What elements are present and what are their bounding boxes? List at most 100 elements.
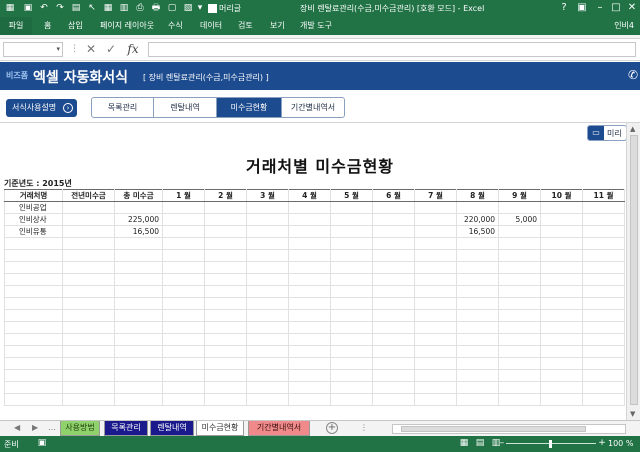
table-cell[interactable]: [4, 273, 63, 286]
table-cell[interactable]: [288, 285, 331, 298]
table-cell[interactable]: [204, 393, 247, 406]
table-cell[interactable]: [288, 273, 331, 286]
horizontal-scroll-thumb[interactable]: [401, 426, 586, 432]
table-cell[interactable]: [414, 261, 457, 274]
table-cell[interactable]: [246, 249, 289, 262]
table-cell[interactable]: [162, 213, 205, 226]
table-cell[interactable]: [4, 309, 63, 322]
table-cell[interactable]: [204, 285, 247, 298]
table-cell[interactable]: [372, 321, 415, 334]
table-cell[interactable]: [246, 297, 289, 310]
scroll-down-icon[interactable]: ▼: [630, 410, 635, 418]
table-cell[interactable]: [246, 393, 289, 406]
table-cell[interactable]: [162, 225, 205, 238]
table-cell[interactable]: [62, 201, 115, 214]
column-header[interactable]: 10 월: [540, 189, 583, 202]
table-cell[interactable]: [4, 381, 63, 394]
table-cell[interactable]: [288, 345, 331, 358]
column-header[interactable]: 6 월: [372, 189, 415, 202]
table-cell[interactable]: [582, 309, 625, 322]
table-cell[interactable]: [414, 237, 457, 250]
table-cell[interactable]: [498, 381, 541, 394]
table-cell[interactable]: [540, 237, 583, 250]
normal-view-icon[interactable]: ▦: [458, 438, 470, 449]
sheet-tab-receivables[interactable]: 미수금현황: [196, 421, 244, 436]
table-cell[interactable]: [582, 249, 625, 262]
table-cell[interactable]: [372, 249, 415, 262]
table-cell[interactable]: [330, 357, 373, 370]
table-cell[interactable]: [62, 345, 115, 358]
table-cell[interactable]: [62, 333, 115, 346]
customize-icon[interactable]: ▾: [194, 2, 206, 14]
table-cell[interactable]: [246, 273, 289, 286]
formula-input[interactable]: [148, 42, 636, 57]
table-cell[interactable]: [414, 333, 457, 346]
table-cell[interactable]: [330, 237, 373, 250]
table-cell[interactable]: [288, 213, 331, 226]
more-sheets-icon[interactable]: …: [48, 423, 56, 432]
table-cell[interactable]: [330, 297, 373, 310]
table-cell[interactable]: [288, 225, 331, 238]
table-cell[interactable]: [4, 321, 63, 334]
name-box[interactable]: ▾: [3, 42, 63, 57]
table-cell[interactable]: [114, 249, 163, 262]
table-cell[interactable]: [330, 249, 373, 262]
table-cell[interactable]: [498, 225, 541, 238]
table-cell[interactable]: [498, 249, 541, 262]
table-cell[interactable]: [62, 309, 115, 322]
open-icon[interactable]: ▢: [166, 2, 178, 14]
table-cell[interactable]: 16,500: [456, 225, 499, 238]
table-cell[interactable]: [204, 297, 247, 310]
table-cell[interactable]: [330, 285, 373, 298]
table-cell[interactable]: [288, 261, 331, 274]
table-cell[interactable]: [246, 261, 289, 274]
table-cell[interactable]: [414, 285, 457, 298]
table-cell[interactable]: [498, 345, 541, 358]
worksheet[interactable]: ▭ 미리 거래처별 미수금현황 기준년도 : 2015년 거래처명 전년미수금 총 …: [0, 123, 626, 420]
table-cell[interactable]: [456, 369, 499, 382]
table-cell[interactable]: [288, 321, 331, 334]
table-cell[interactable]: [582, 237, 625, 250]
table-cell[interactable]: [372, 273, 415, 286]
table-cell[interactable]: [4, 261, 63, 274]
table-cell[interactable]: [4, 333, 63, 346]
next-sheet-icon[interactable]: ▶: [32, 423, 38, 432]
zoom-out-icon[interactable]: –: [498, 438, 506, 449]
table-cell[interactable]: [62, 237, 115, 250]
table-cell[interactable]: [162, 333, 205, 346]
table-cell[interactable]: [204, 309, 247, 322]
table-cell[interactable]: [4, 345, 63, 358]
table-cell[interactable]: [372, 201, 415, 214]
table-cell[interactable]: [372, 225, 415, 238]
table-cell[interactable]: [456, 273, 499, 286]
table-cell[interactable]: [582, 213, 625, 226]
table-cell[interactable]: [288, 237, 331, 250]
table-cell[interactable]: [498, 333, 541, 346]
table-cell[interactable]: [162, 381, 205, 394]
table-cell[interactable]: [288, 297, 331, 310]
table-cell[interactable]: [114, 273, 163, 286]
table-cell[interactable]: [498, 261, 541, 274]
table-cell[interactable]: [498, 321, 541, 334]
table-cell[interactable]: [62, 321, 115, 334]
table-cell[interactable]: [162, 285, 205, 298]
sheet-tab-usage[interactable]: 사용방법: [60, 421, 100, 436]
table-cell[interactable]: [62, 393, 115, 406]
table-cell[interactable]: [456, 297, 499, 310]
table-cell[interactable]: [372, 237, 415, 250]
table-cell[interactable]: [540, 309, 583, 322]
table-cell[interactable]: [456, 393, 499, 406]
table-cell[interactable]: [4, 285, 63, 298]
table-cell[interactable]: [162, 321, 205, 334]
sheet-tab-period-statement[interactable]: 기간별내역서: [248, 421, 310, 436]
tab-formulas[interactable]: 수식: [168, 20, 183, 31]
table-cell[interactable]: [288, 393, 331, 406]
table-cell[interactable]: [498, 357, 541, 370]
table-icon[interactable]: ▦: [102, 2, 114, 14]
table-cell[interactable]: [114, 309, 163, 322]
table-cell[interactable]: [4, 357, 63, 370]
table-cell[interactable]: [204, 345, 247, 358]
table-cell[interactable]: [456, 201, 499, 214]
undo-icon[interactable]: ↶: [38, 2, 50, 14]
table-cell[interactable]: [372, 285, 415, 298]
